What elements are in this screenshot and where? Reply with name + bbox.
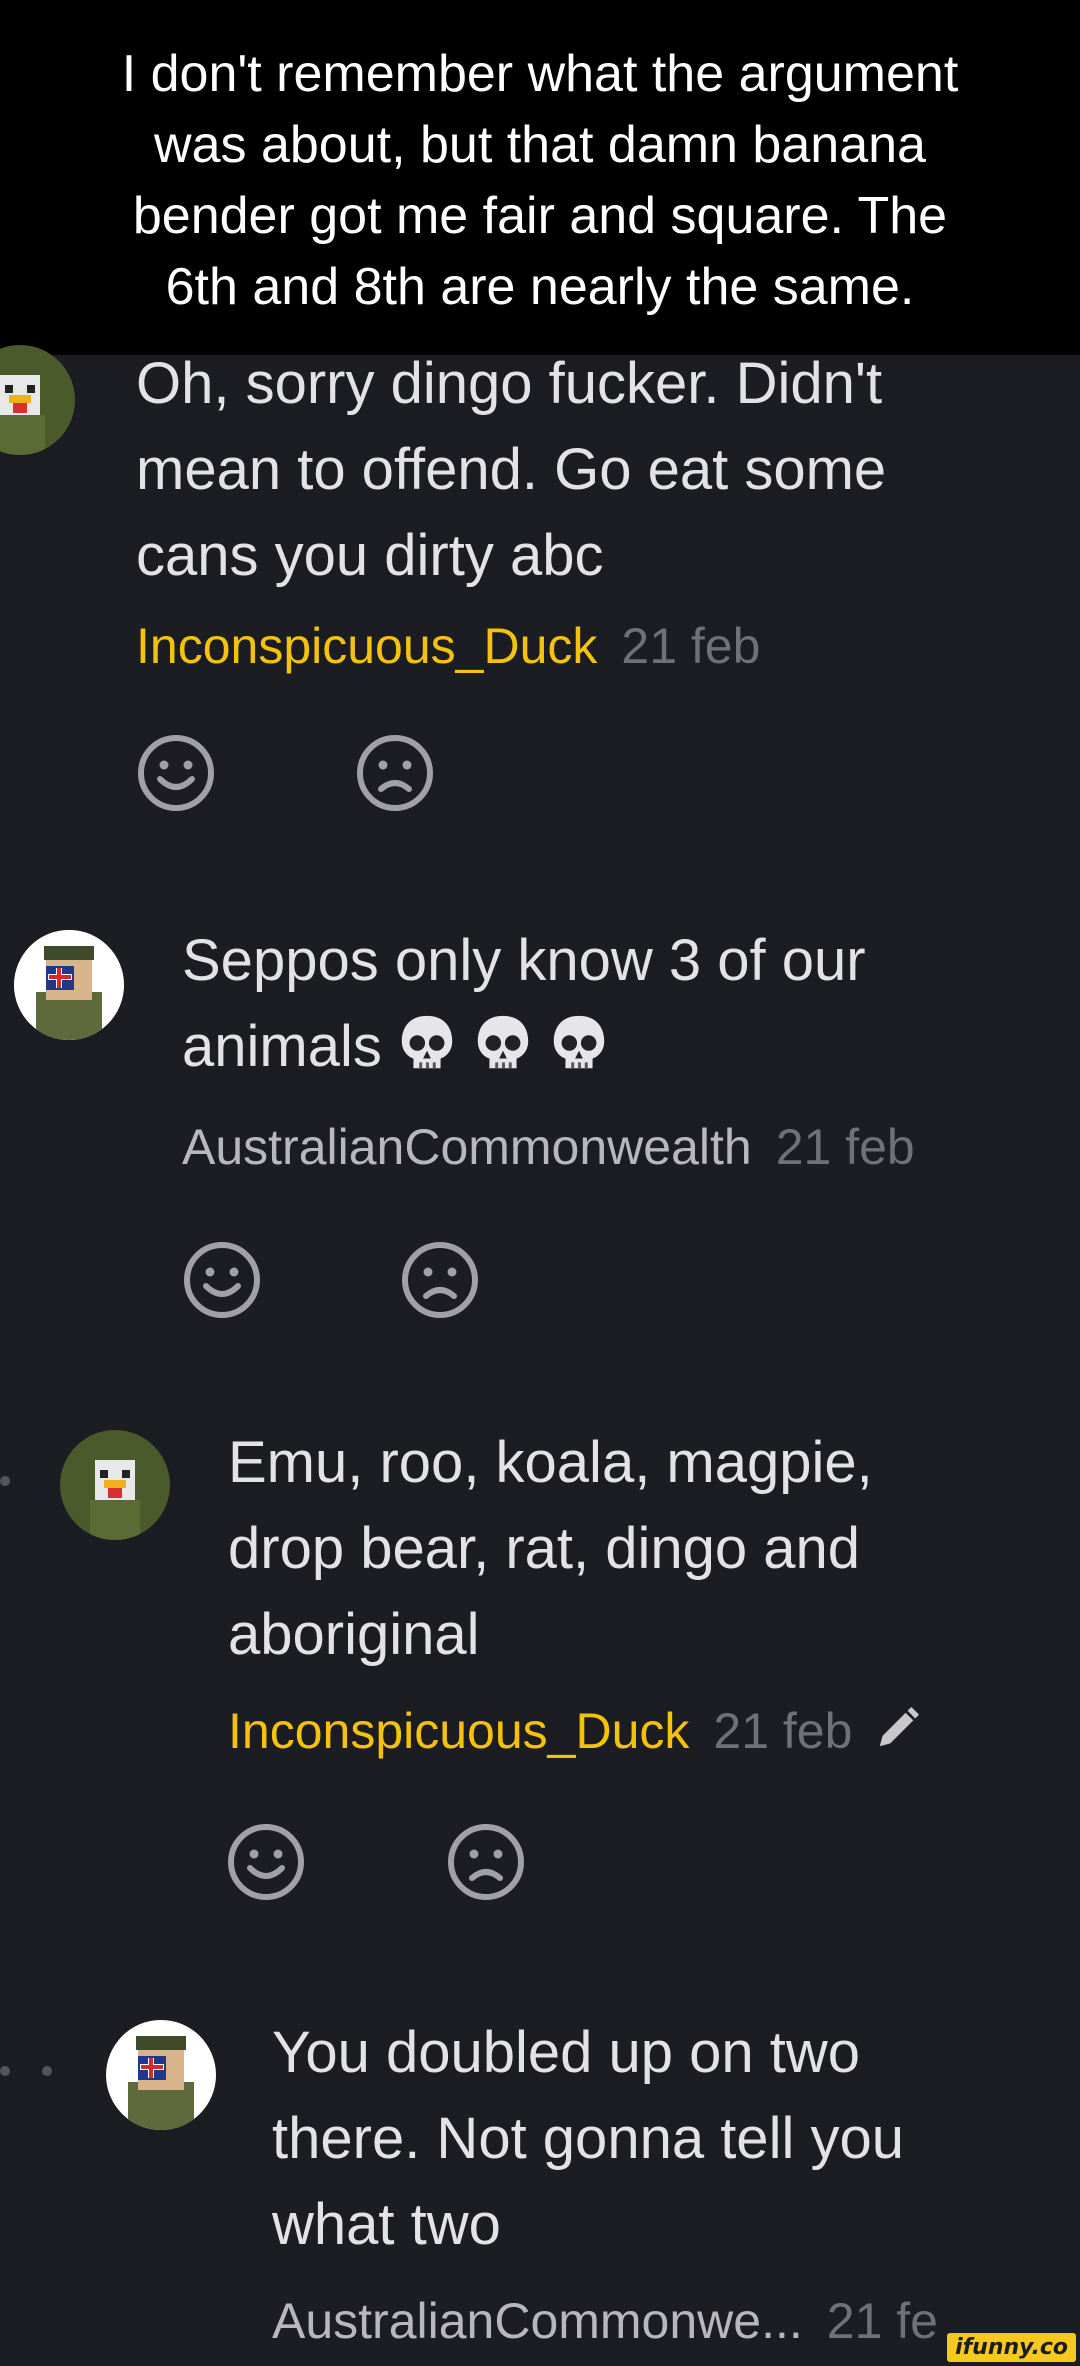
comment-line: Emu, roo, koala, magpie, bbox=[228, 1430, 873, 1495]
comment-line: mean to offend. Go eat some bbox=[136, 437, 887, 502]
comment-date: 21 feb bbox=[621, 618, 761, 674]
comment-line: You doubled up on two bbox=[272, 2020, 861, 2085]
comment-line: Seppos only know 3 of our bbox=[182, 928, 866, 993]
duck-avatar-icon[interactable] bbox=[60, 1430, 170, 1540]
smile-icon[interactable] bbox=[182, 1240, 262, 1320]
frown-icon[interactable] bbox=[400, 1240, 480, 1320]
skull-icon bbox=[548, 1012, 610, 1074]
pencil-icon bbox=[874, 1706, 920, 1752]
comment-4: You doubled up on two there. Not gonna t… bbox=[0, 2010, 1080, 2366]
skull-icon bbox=[472, 1012, 534, 1074]
comment-line: drop bear, rat, dingo and bbox=[228, 1516, 861, 1581]
comment-meta: AustralianCommonwealth 21 feb bbox=[182, 1118, 915, 1176]
comment-text: Oh, sorry dingo fucker. Didn't mean to o… bbox=[136, 341, 886, 599]
comment-line: Oh, sorry dingo fucker. Didn't bbox=[136, 351, 883, 416]
comment-line: cans you dirty abc bbox=[136, 523, 604, 588]
comment-line-text: animals bbox=[182, 1014, 382, 1079]
comment-date: 21 feb bbox=[713, 1703, 853, 1759]
comment-line: there. Not gonna tell you bbox=[272, 2106, 904, 2171]
comment-2: Seppos only know 3 of our animals Austra… bbox=[0, 920, 1080, 1400]
username-link[interactable]: Inconspicuous_Duck bbox=[228, 1703, 689, 1759]
username-link[interactable]: AustralianCommonwealth bbox=[182, 1119, 752, 1175]
ifunny-watermark: ifunny.co bbox=[947, 2333, 1076, 2362]
username-link[interactable]: Inconspicuous_Duck bbox=[136, 618, 597, 674]
comment-3: Emu, roo, koala, magpie, drop bear, rat,… bbox=[0, 1420, 1080, 1940]
soldier-avatar-icon[interactable] bbox=[106, 2020, 216, 2130]
smile-icon[interactable] bbox=[226, 1822, 306, 1902]
caption-line: bender got me fair and square. The bbox=[132, 187, 948, 245]
meme-caption: I don't remember what the argument was a… bbox=[0, 0, 1080, 355]
frown-icon[interactable] bbox=[446, 1822, 526, 1902]
caption-line: was about, but that damn banana bbox=[154, 116, 926, 174]
comment-meta: AustralianCommonwe... 21 fe bbox=[272, 2292, 938, 2350]
skull-icon bbox=[396, 1012, 458, 1074]
comment-date: 21 feb bbox=[775, 1119, 915, 1175]
soldier-avatar-icon[interactable] bbox=[14, 930, 124, 1040]
comment-line: aboriginal bbox=[228, 1602, 480, 1667]
smile-icon[interactable] bbox=[136, 733, 216, 813]
duck-avatar-icon[interactable] bbox=[0, 345, 75, 455]
caption-line: 6th and 8th are nearly the same. bbox=[165, 258, 915, 316]
frown-icon[interactable] bbox=[355, 733, 435, 813]
comment-text: Seppos only know 3 of our animals bbox=[182, 918, 866, 1090]
comment-line: what two bbox=[272, 2192, 501, 2257]
comment-line: animals bbox=[182, 1004, 866, 1090]
comment-text: Emu, roo, koala, magpie, drop bear, rat,… bbox=[228, 1420, 873, 1678]
comment-date: 21 fe bbox=[826, 2293, 938, 2349]
comment-text: You doubled up on two there. Not gonna t… bbox=[272, 2010, 904, 2268]
username-link[interactable]: AustralianCommonwe... bbox=[272, 2293, 803, 2349]
caption-line: I don't remember what the argument bbox=[121, 45, 959, 103]
comment-1: Oh, sorry dingo fucker. Didn't mean to o… bbox=[0, 345, 1080, 895]
comment-meta: Inconspicuous_Duck 21 feb bbox=[136, 617, 760, 675]
comment-meta: Inconspicuous_Duck 21 feb bbox=[228, 1702, 920, 1760]
